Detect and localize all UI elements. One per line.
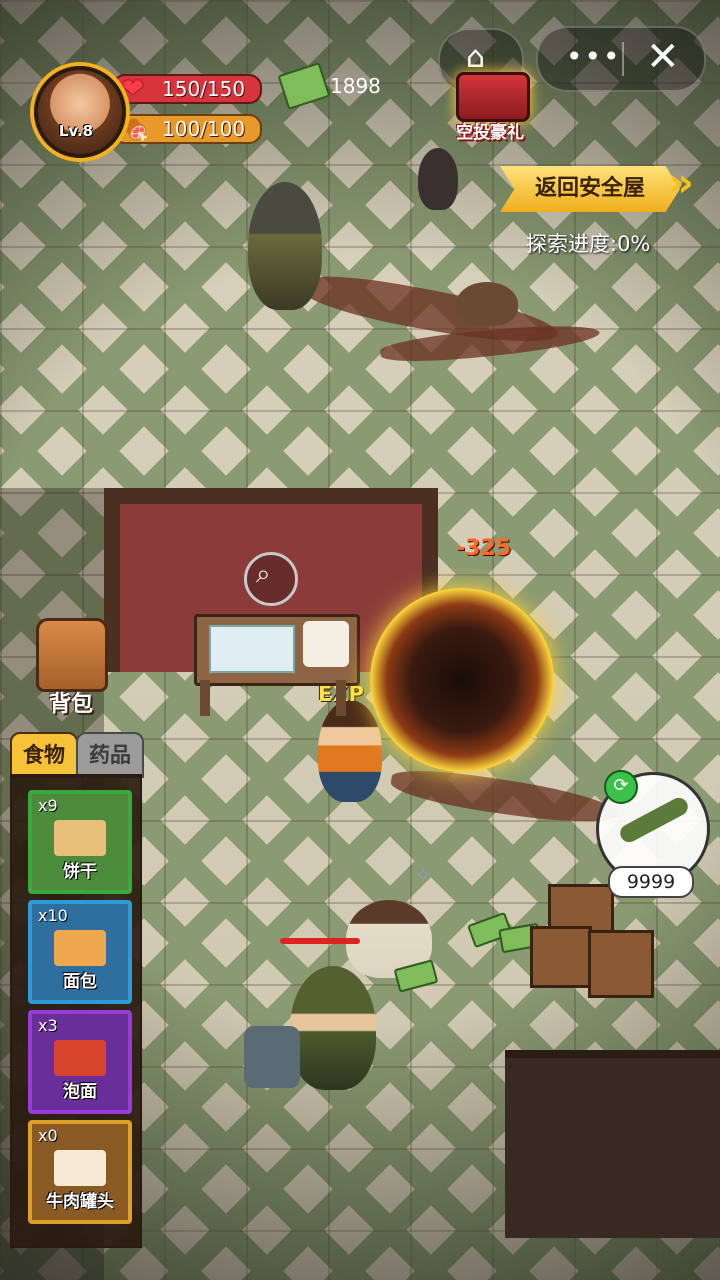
soldier-ally bbox=[290, 966, 376, 1090]
capsule-divider bbox=[622, 42, 624, 76]
food-value: 100/100 bbox=[162, 117, 246, 141]
item-slot-biscuit[interactable]: x9 饼干 bbox=[28, 790, 132, 894]
cash-icon bbox=[277, 62, 331, 110]
player-character bbox=[318, 700, 382, 802]
game-scene[interactable]: EXP ⌕ -325 ⟢ 150/150 ❤ 100/100 🍖 Lv.8 18… bbox=[0, 0, 720, 1280]
cash-amount: 1898 bbox=[330, 74, 381, 98]
player-level: Lv.8 bbox=[58, 122, 94, 140]
enemy-health-bar bbox=[280, 938, 360, 944]
item-name: 饼干 bbox=[63, 862, 97, 882]
sink-leg bbox=[200, 680, 210, 716]
home-icon: ⌂ bbox=[466, 40, 486, 75]
item-slot-noodles[interactable]: x3 泡面 bbox=[28, 1010, 132, 1114]
tab-medicine[interactable]: 药品 bbox=[76, 732, 144, 778]
ammo-count: 9999 bbox=[608, 866, 694, 898]
wooden-crate[interactable] bbox=[530, 926, 592, 988]
wooden-crate[interactable] bbox=[588, 930, 654, 998]
close-button[interactable]: ✕ bbox=[646, 34, 680, 80]
more-button[interactable]: ••• bbox=[566, 40, 622, 73]
item-count: x0 bbox=[38, 1126, 58, 1145]
item-count: x3 bbox=[38, 1016, 58, 1035]
bread-icon bbox=[54, 930, 106, 966]
explosion-effect bbox=[370, 588, 554, 772]
return-safehouse-button[interactable]: 返回安全屋 bbox=[500, 166, 680, 212]
item-slot-beef-can[interactable]: x0 牛肉罐头 bbox=[28, 1120, 132, 1224]
item-count: x9 bbox=[38, 796, 58, 815]
damage-number: -325 bbox=[456, 536, 512, 561]
tab-food[interactable]: 食物 bbox=[10, 732, 78, 778]
lying-zombie bbox=[456, 282, 518, 326]
exploration-progress: 探索进度:0% bbox=[526, 232, 651, 256]
item-count: x10 bbox=[38, 906, 68, 925]
airdrop-gift-icon[interactable] bbox=[456, 72, 530, 122]
backpack-icon[interactable] bbox=[36, 618, 108, 692]
biscuit-icon bbox=[54, 820, 106, 856]
blood-stain bbox=[388, 764, 622, 830]
trash-can bbox=[244, 1026, 300, 1088]
airdrop-label[interactable]: 空投豪礼 bbox=[438, 118, 542, 143]
sink-cabinet[interactable] bbox=[194, 614, 360, 686]
item-name: 面包 bbox=[63, 972, 97, 992]
miniprogram-capsule: ••• ✕ bbox=[536, 26, 706, 92]
chevron-right-icon: » bbox=[668, 160, 694, 206]
item-name: 牛肉罐头 bbox=[46, 1192, 114, 1212]
backpack-label[interactable]: 背包 bbox=[34, 686, 108, 718]
bottom-right-room bbox=[505, 1050, 720, 1238]
distant-zombie bbox=[418, 148, 458, 210]
towel bbox=[303, 621, 349, 667]
fishbone-icon: ⟢ bbox=[414, 862, 431, 887]
noodle-cup-icon bbox=[54, 1040, 106, 1076]
search-icon[interactable]: ⌕ bbox=[244, 552, 298, 606]
masked-zombie[interactable] bbox=[248, 182, 322, 310]
hp-value: 150/150 bbox=[162, 77, 246, 101]
heart-icon: ❤ bbox=[122, 74, 144, 104]
swap-weapon-icon[interactable]: ⟳ bbox=[604, 770, 638, 804]
item-slot-bread[interactable]: x10 面包 bbox=[28, 900, 132, 1004]
avatar[interactable] bbox=[34, 66, 126, 158]
video-ad-icon bbox=[54, 1150, 106, 1186]
item-name: 泡面 bbox=[63, 1082, 97, 1102]
sink-leg bbox=[336, 680, 346, 716]
sink-basin bbox=[209, 625, 295, 673]
item-panel: x9 饼干 x10 面包 x3 泡面 x0 牛肉罐头 bbox=[10, 774, 142, 1248]
item-tabs: 食物 药品 bbox=[10, 732, 144, 778]
